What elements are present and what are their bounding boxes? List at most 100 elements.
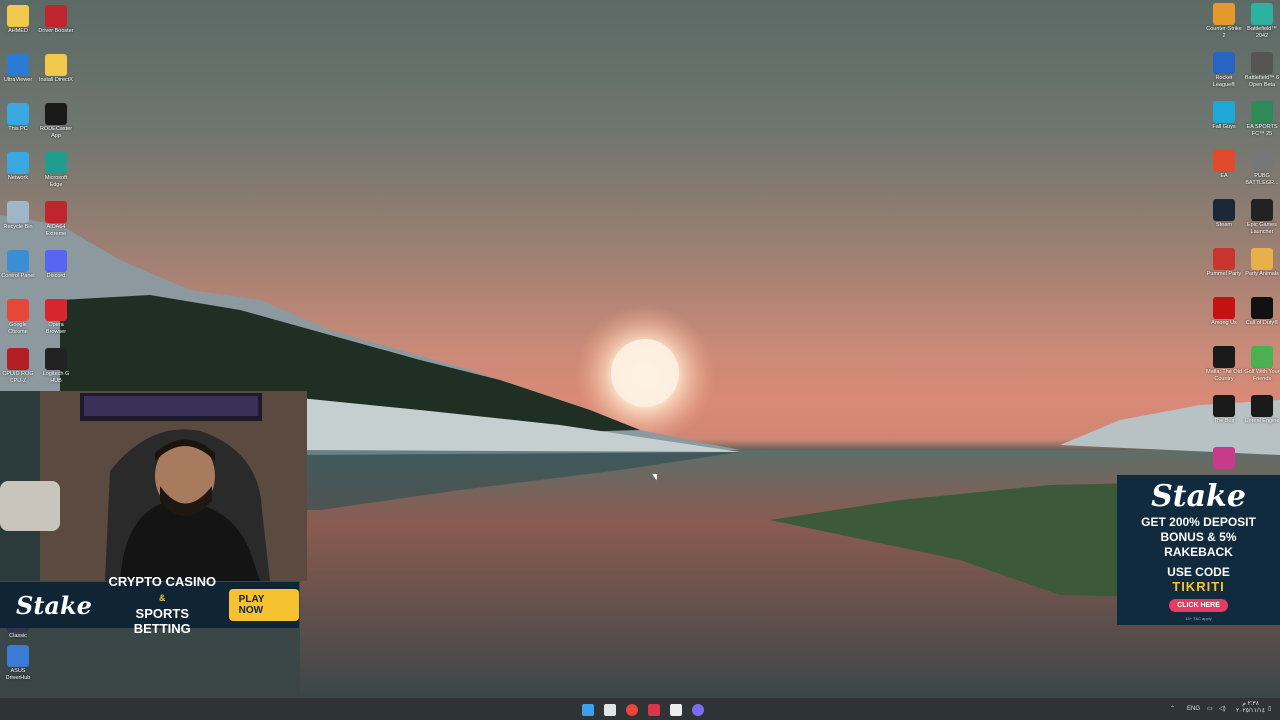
chrome-icon <box>7 299 29 321</box>
desktop-icon[interactable]: RODECaster App <box>38 103 74 140</box>
asus-driverhub-icon <box>7 645 29 667</box>
desktop-icon[interactable] <box>1206 447 1242 470</box>
desktop-icon-label: The Bus <box>1213 418 1235 424</box>
clock-time: ٢:٣٨ م <box>1242 701 1259 707</box>
clock[interactable]: ٢:٣٨ م ٢٠٢٥/١١/١٤ <box>1236 701 1265 715</box>
desktop-icon[interactable]: Unreal Engine <box>1244 395 1280 425</box>
desktop-icon[interactable]: CPUID ROG CPU-Z <box>0 348 36 385</box>
desktop-icon-label: Unreal Engine <box>1244 418 1280 424</box>
tray-overflow-chevron-icon[interactable]: ⌃ <box>1170 704 1175 714</box>
language-indicator[interactable]: ENG <box>1187 704 1200 714</box>
rodecaster-icon[interactable] <box>670 704 682 716</box>
pubg-icon <box>1251 150 1273 172</box>
desktop-icon[interactable]: The Bus <box>1206 395 1242 425</box>
banner-line3: SPORTS BETTING <box>133 606 191 636</box>
desktop-icon[interactable]: Control Panel <box>0 250 36 280</box>
cs2-icon <box>1213 3 1235 25</box>
desktop-icon-label: Golf With Your Friends <box>1244 369 1280 382</box>
desktop-icon[interactable]: Pummel Party <box>1206 248 1242 278</box>
desktop-icon-label: Call of Duty® <box>1245 320 1279 326</box>
desktop-icon[interactable]: Battlefield™ 6 Open Beta <box>1244 52 1280 89</box>
driver-booster-icon <box>45 5 67 27</box>
desktop-icon[interactable]: Epic Games Launcher <box>1244 199 1280 236</box>
desktop-icon[interactable]: Driver Booster <box>38 5 74 35</box>
ea-fc25-icon <box>1251 101 1273 123</box>
network-icon <box>7 152 29 174</box>
folder-icon <box>7 5 29 27</box>
desktop-icon[interactable]: Rocket League® <box>1206 52 1242 89</box>
control-panel-icon <box>7 250 29 272</box>
stake-ad-panel[interactable]: Stake GET 200% DEPOSIT BONUS & 5% RAKEBA… <box>1117 475 1280 625</box>
desktop-icon[interactable]: Opera Browser <box>38 299 74 336</box>
desktop-icon-label: This PC <box>8 126 28 132</box>
logitech-ghub-icon <box>45 348 67 370</box>
desktop-icon[interactable]: Steam <box>1206 199 1242 229</box>
ad-line1: GET 200% DEPOSIT <box>1141 515 1256 529</box>
app-icon[interactable] <box>648 704 660 716</box>
desktop-icon[interactable]: UltraViewer <box>0 54 36 84</box>
desktop-icon[interactable]: EA <box>1206 150 1242 180</box>
desktop-icon-label: Among Us <box>1211 320 1237 326</box>
banner-amp: & <box>159 593 166 603</box>
desktop-icon-label: Recycle Bin <box>3 224 33 230</box>
desktop-icon-label: ASUS DriverHub <box>5 668 31 681</box>
desktop-icon[interactable]: Install DirectX <box>38 54 74 84</box>
opera-icon <box>45 299 67 321</box>
desktop-icon[interactable]: Among Us <box>1206 297 1242 327</box>
desktop-icon[interactable]: Counter-Strike 2 <box>1206 3 1242 40</box>
desktop-icon[interactable]: PUBG BATTLEGR... <box>1244 150 1280 187</box>
desktop-icon[interactable]: AHMED <box>0 5 36 35</box>
desktop-icon-label: UltraViewer <box>3 77 33 83</box>
task-view-icon[interactable] <box>604 704 616 716</box>
desktop-icon[interactable]: Call of Duty® <box>1244 297 1280 327</box>
desktop-icon[interactable]: Network <box>0 152 36 182</box>
notification-bell-icon[interactable]: ▯ <box>1268 704 1271 714</box>
edge-icon <box>45 152 67 174</box>
click-here-button[interactable]: CLICK HERE <box>1169 599 1228 612</box>
battlefield-6-icon <box>1251 52 1273 74</box>
desktop-icon-label: EA SPORTS FC™ 25 <box>1246 124 1278 137</box>
chrome-icon[interactable] <box>626 704 638 716</box>
desktop-icon[interactable]: ASUS DriverHub <box>0 645 36 682</box>
rocket-league-icon <box>1213 52 1235 74</box>
desktop-icon-label: Microsoft Edge <box>44 175 68 188</box>
desktop-icon-label: Party Animals <box>1245 271 1279 277</box>
ad-line3: RAKEBACK <box>1164 545 1233 559</box>
desktop-icon[interactable]: EA SPORTS FC™ 25 <box>1244 101 1280 138</box>
desktop-icon[interactable]: Microsoft Edge <box>38 152 74 189</box>
desktop-icon[interactable]: Mafia: The Old Country <box>1206 346 1242 383</box>
desktop-icon-label: Rocket League® <box>1212 75 1236 88</box>
desktop-icon[interactable]: Party Animals <box>1244 248 1280 278</box>
ea-icon <box>1213 150 1235 172</box>
desktop-icon[interactable]: Discord <box>38 250 74 280</box>
play-now-button[interactable]: PLAY NOW <box>228 589 299 621</box>
windows-start-icon[interactable] <box>582 704 594 716</box>
desktop-icon[interactable]: Google Chrome <box>0 299 36 336</box>
desktop-icon[interactable]: Recycle Bin <box>0 201 36 231</box>
banner-line1: CRYPTO CASINO <box>108 574 217 589</box>
webcam-overlay <box>0 391 307 581</box>
desktop-icon[interactable]: AIDA64 Extreme <box>38 201 74 238</box>
desktop-icon-label: Network <box>7 175 29 181</box>
desktop-icon-label: Steam <box>1216 222 1232 228</box>
rodecaster-icon <box>45 103 67 125</box>
desktop-icon[interactable]: Fall Guys <box>1206 101 1242 131</box>
the-bus-icon <box>1213 395 1235 417</box>
desktop-icon-label: Control Panel <box>1 273 35 279</box>
desktop-icon[interactable]: This PC <box>0 103 36 133</box>
desktop-icon-label: Google Chrome <box>8 322 28 335</box>
steam-icon <box>1213 199 1235 221</box>
network-icon[interactable]: ▭ <box>1207 704 1213 714</box>
sponsor-banner[interactable]: Stake CRYPTO CASINO & SPORTS BETTING PLA… <box>0 574 299 636</box>
discord-icon[interactable] <box>692 704 704 716</box>
desktop-icon-label: Pummel Party <box>1206 271 1242 277</box>
desktop-icon[interactable]: Logitech G HUB <box>38 348 74 385</box>
desktop-icon[interactable]: Golf With Your Friends <box>1244 346 1280 383</box>
clock-date: ٢٠٢٥/١١/١٤ <box>1236 708 1266 714</box>
volume-icon[interactable]: ◁) <box>1219 704 1226 714</box>
desktop-icon-label: AIDA64 Extreme <box>45 224 67 237</box>
pummel-party-icon <box>1213 248 1235 270</box>
desktop-icon[interactable]: Battlefield™ 2042 <box>1244 3 1280 40</box>
aida64-icon <box>45 201 67 223</box>
desktop-icon-label: Epic Games Launcher <box>1247 222 1277 235</box>
